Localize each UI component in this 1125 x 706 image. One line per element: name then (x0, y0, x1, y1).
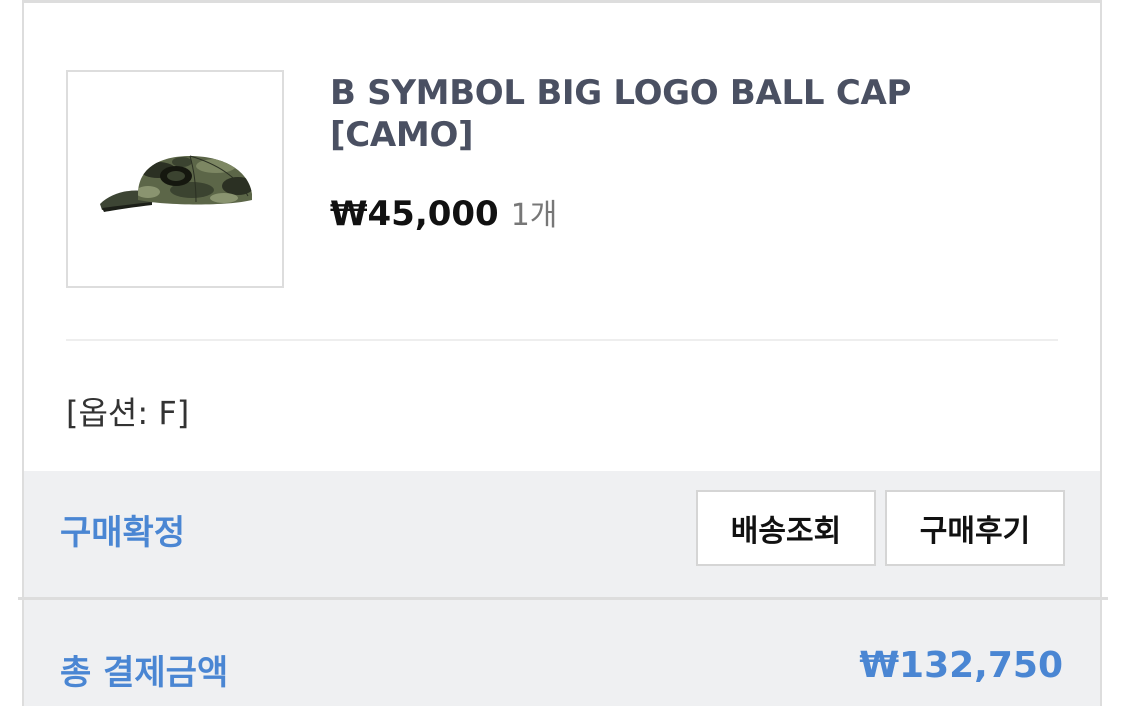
total-right-border (1100, 600, 1102, 706)
product-name[interactable]: B SYMBOL BIG LOGO BALL CAP [CAMO] (330, 72, 970, 156)
item-divider (66, 339, 1058, 341)
track-delivery-button[interactable]: 배송조회 (696, 490, 876, 566)
product-option: [옵션: F] (66, 394, 190, 432)
total-payment-label: 총 결제금액 (60, 653, 229, 693)
total-payment-amount: ₩132,750 (859, 645, 1063, 686)
price-row: ₩45,000 1개 (330, 190, 557, 234)
product-thumbnail[interactable] (66, 70, 284, 288)
order-status-label: 구매확정 (60, 513, 186, 553)
product-quantity: 1개 (510, 198, 558, 233)
order-detail-page: B SYMBOL BIG LOGO BALL CAP [CAMO] ₩45,00… (0, 0, 1125, 706)
product-price: ₩45,000 (330, 194, 499, 234)
card-top-border (22, 0, 1102, 3)
write-review-button[interactable]: 구매후기 (885, 490, 1065, 566)
total-left-border (22, 600, 24, 706)
camo-ball-cap-icon (100, 155, 252, 212)
